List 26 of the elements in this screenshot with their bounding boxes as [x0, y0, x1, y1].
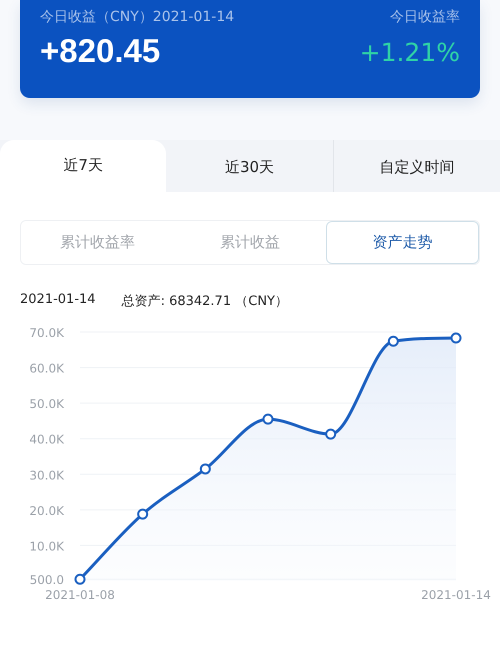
y-axis-label: 50.0K [29, 397, 64, 412]
y-axis-label: 500.0 [30, 573, 64, 588]
x-axis-label: 2021-01-08 [45, 588, 115, 602]
data-point [262, 414, 274, 425]
y-axis-label: 70.0K [29, 326, 64, 340]
y-axis-label: 60.0K [29, 362, 64, 376]
period-tab[interactable]: 近7天 [0, 140, 166, 192]
data-point [74, 574, 86, 585]
x-axis-label: 2021-01-14 [421, 588, 491, 602]
y-axis-label: 30.0K [29, 468, 64, 482]
earnings-amount: +820.45 [40, 32, 160, 70]
earnings-label: 今日收益（CNY）2021-01-14 [40, 8, 234, 26]
info-date: 2021-01-14 [20, 292, 96, 309]
y-axis-label: 40.0K [29, 432, 64, 447]
data-point [388, 336, 399, 347]
data-point [200, 463, 211, 474]
period-tab[interactable]: 近30天 [166, 140, 333, 192]
metric-tab[interactable]: 资产走势 [326, 221, 480, 264]
y-axis-label: 20.0K [29, 504, 64, 518]
y-axis-label: 10.0K [29, 539, 64, 554]
data-point [137, 508, 148, 520]
data-point [325, 428, 336, 440]
total-assets: 总资产: 68342.71 （CNY） [122, 293, 288, 310]
data-point [450, 332, 462, 344]
rate-label: 今日收益率 [390, 8, 460, 26]
rate-value: +1.21% [360, 38, 460, 66]
